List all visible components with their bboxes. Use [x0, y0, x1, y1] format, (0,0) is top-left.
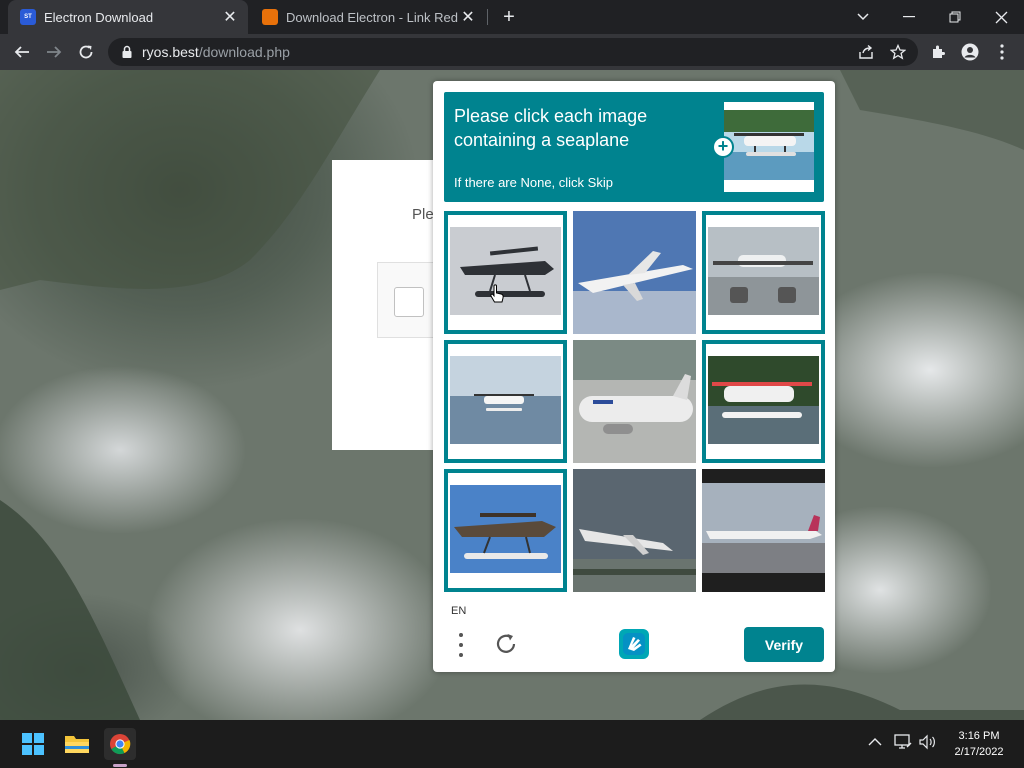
page-card: Ple: [332, 160, 447, 450]
clock-date: 2/17/2022: [954, 746, 1004, 758]
tab-title: Electron Download: [44, 9, 154, 25]
windows-start-icon[interactable]: [17, 728, 49, 760]
extensions-icon[interactable]: [926, 40, 950, 64]
profile-icon[interactable]: [958, 40, 982, 64]
captcha-tile-2[interactable]: [573, 211, 696, 334]
volume-icon[interactable]: [918, 734, 938, 753]
captcha-tile-6[interactable]: [702, 340, 825, 463]
taskbar: 3:16 PM 2/17/2022: [0, 720, 1024, 768]
captcha-tile-9[interactable]: [702, 469, 825, 592]
tab-list-icon[interactable]: [840, 0, 886, 34]
url-text: ryos.best/download.php: [142, 44, 290, 60]
hcaptcha-logo-icon: [619, 629, 649, 659]
zoom-plus-icon[interactable]: +: [712, 136, 734, 158]
tab-close-icon[interactable]: ✕: [220, 7, 240, 27]
lock-icon[interactable]: [120, 45, 134, 59]
kebab-menu-icon[interactable]: [990, 40, 1014, 64]
electron-favicon-icon: ST: [20, 9, 36, 25]
chrome-icon[interactable]: [104, 728, 136, 760]
captcha-tile-1[interactable]: [444, 211, 567, 334]
captcha-checkbox[interactable]: [394, 287, 424, 317]
captcha-prompt-header: Please click each image containing a sea…: [444, 92, 824, 202]
browser-toolbar: ryos.best/download.php: [0, 34, 1024, 70]
clock-time: 3:16 PM: [958, 730, 1000, 742]
active-app-indicator: [113, 764, 127, 767]
link-redirect-favicon-icon: [262, 9, 278, 25]
example-seaplane-image[interactable]: [724, 102, 814, 192]
captcha-image-grid: [444, 211, 825, 592]
captcha-tile-3[interactable]: [702, 211, 825, 334]
captcha-tile-7[interactable]: [444, 469, 567, 592]
reload-icon[interactable]: [74, 40, 98, 64]
address-bar[interactable]: ryos.best/download.php: [108, 38, 918, 66]
captcha-prompt-text: Please click each image containing a sea…: [454, 106, 648, 150]
file-explorer-icon[interactable]: [61, 728, 93, 760]
tab-electron-download[interactable]: ST Electron Download ✕: [8, 0, 248, 34]
captcha-menu-icon[interactable]: [455, 631, 467, 659]
hand-cursor-icon: [490, 284, 504, 303]
tab-title: Download Electron - Link Redirec: [286, 9, 458, 25]
tab-close-icon[interactable]: ✕: [458, 7, 478, 27]
captcha-challenge-dialog: Please click each image containing a sea…: [433, 81, 835, 672]
restore-icon[interactable]: [932, 0, 978, 34]
language-selector[interactable]: EN: [451, 605, 466, 617]
verify-button[interactable]: Verify: [744, 627, 824, 662]
back-icon[interactable]: [10, 40, 34, 64]
star-icon[interactable]: [886, 40, 910, 64]
captcha-tile-8[interactable]: [573, 469, 696, 592]
new-tab-button[interactable]: +: [498, 6, 520, 28]
system-clock[interactable]: 3:16 PM 2/17/2022: [944, 728, 1014, 760]
tray-chevron-icon[interactable]: [868, 734, 882, 750]
minimize-icon[interactable]: [886, 0, 932, 34]
network-icon[interactable]: [894, 734, 912, 753]
forward-icon[interactable]: [42, 40, 66, 64]
close-icon[interactable]: [978, 0, 1024, 34]
captcha-subprompt-text: If there are None, click Skip: [454, 175, 613, 190]
tab-strip: ST Electron Download ✕ Download Electron…: [0, 0, 1024, 34]
captcha-tile-4[interactable]: [444, 340, 567, 463]
page-card-text: Ple: [412, 206, 434, 223]
captcha-tile-5[interactable]: [573, 340, 696, 463]
share-icon[interactable]: [854, 40, 878, 64]
tab-separator: [487, 9, 488, 25]
refresh-icon[interactable]: [493, 631, 519, 657]
tab-link-redirect[interactable]: Download Electron - Link Redirec ✕: [250, 0, 486, 34]
